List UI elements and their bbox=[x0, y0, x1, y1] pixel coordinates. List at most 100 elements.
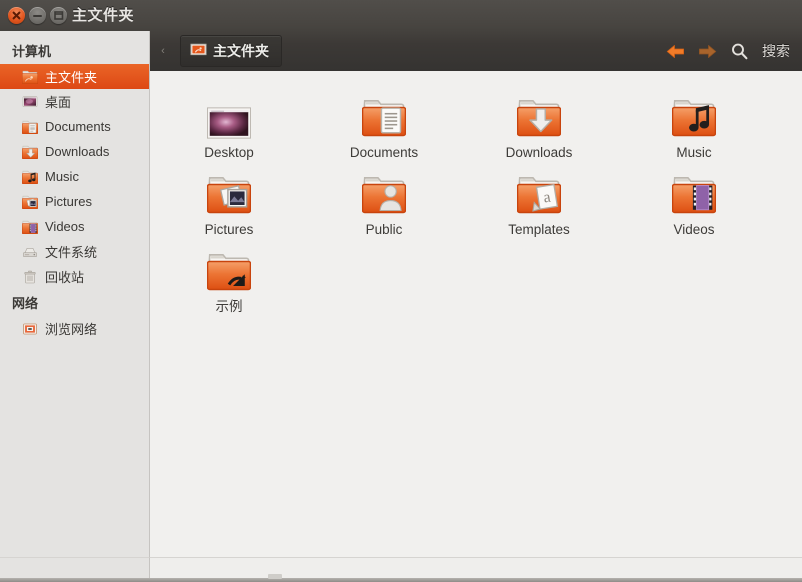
file-item-label: Pictures bbox=[204, 222, 254, 237]
filesystem-icon bbox=[23, 247, 37, 257]
minimize-button[interactable] bbox=[29, 7, 46, 24]
music-folder-icon bbox=[639, 83, 749, 139]
file-item-label: Templates bbox=[508, 222, 570, 237]
file-list-view[interactable]: Desktop Documents Downloads Music Pictur… bbox=[150, 71, 802, 557]
file-item-desktop[interactable]: Desktop bbox=[174, 83, 284, 161]
network-browse-icon bbox=[22, 321, 38, 337]
downloads-folder-icon bbox=[517, 100, 561, 137]
file-item-downloads[interactable]: Downloads bbox=[484, 83, 594, 161]
sidebar-item-downloads[interactable]: Downloads bbox=[0, 139, 149, 164]
minimize-icon bbox=[33, 15, 42, 17]
file-item-label: Downloads bbox=[505, 145, 573, 160]
videos-folder-icon bbox=[21, 219, 39, 235]
maximize-icon bbox=[54, 11, 64, 20]
search-icon bbox=[731, 43, 747, 59]
sidebar-item-文件系统[interactable]: 文件系统 bbox=[0, 239, 149, 264]
desktop-wallpaper-icon bbox=[174, 83, 284, 139]
sidebar-item-label: Music bbox=[45, 169, 79, 184]
sidebar-item-浏览网络[interactable]: 浏览网络 bbox=[0, 316, 149, 341]
sidebar-item-label: Videos bbox=[45, 219, 85, 234]
arrow-right-icon bbox=[698, 44, 716, 58]
videos-folder-icon bbox=[21, 220, 39, 234]
pictures-folder-icon bbox=[174, 160, 284, 216]
music-folder-icon bbox=[21, 169, 39, 185]
pictures-folder-icon bbox=[21, 195, 39, 209]
videos-folder-icon bbox=[672, 177, 716, 214]
maximize-button[interactable] bbox=[50, 7, 67, 24]
music-folder-icon bbox=[21, 170, 39, 184]
file-item-label: 示例 bbox=[215, 299, 243, 314]
file-item-示例[interactable]: 示例 bbox=[174, 237, 284, 315]
file-item-pictures[interactable]: Pictures bbox=[174, 160, 284, 238]
desktop-icon bbox=[22, 95, 38, 107]
window-bottom-edge bbox=[0, 578, 802, 582]
sidebar-section-heading: 计算机 bbox=[12, 44, 52, 59]
sidebar-item-label: Downloads bbox=[45, 144, 110, 159]
sidebar-item-label: 文件系统 bbox=[45, 245, 98, 260]
filesystem-icon bbox=[22, 244, 38, 260]
breadcrumb-caret-icon[interactable]: ‹ bbox=[158, 45, 168, 57]
public-folder-icon bbox=[362, 177, 406, 214]
file-item-label: Desktop bbox=[204, 145, 254, 160]
home-folder-icon bbox=[21, 70, 39, 84]
search-button[interactable] bbox=[728, 40, 750, 62]
file-item-videos[interactable]: Videos bbox=[639, 160, 749, 238]
file-manager-window: 主文件夹 ‹ 主文件夹 搜索 计算机 主文件夹 桌面 Documents Dow… bbox=[0, 0, 802, 582]
sidebar-item-label: 回收站 bbox=[45, 270, 85, 285]
file-item-label: Documents bbox=[349, 145, 419, 160]
templates-folder-icon: a bbox=[517, 177, 561, 214]
file-item-label: Videos bbox=[673, 222, 715, 237]
videos-folder-icon bbox=[639, 160, 749, 216]
file-item-label: Music bbox=[676, 145, 712, 160]
window-controls bbox=[8, 7, 67, 24]
sidebar-item-label: 主文件夹 bbox=[45, 70, 98, 85]
sidebar-item-label: Documents bbox=[45, 119, 111, 134]
trash-icon bbox=[22, 269, 38, 285]
sidebar-section-heading: 网络 bbox=[12, 296, 39, 311]
sidebar-item-pictures[interactable]: Pictures bbox=[0, 189, 149, 214]
sidebar-item-桌面[interactable]: 桌面 bbox=[0, 89, 149, 114]
downloads-folder-icon bbox=[484, 83, 594, 139]
desktop-icon bbox=[22, 94, 38, 110]
search-label[interactable]: 搜索 bbox=[762, 41, 790, 61]
documents-folder-icon bbox=[329, 83, 439, 139]
back-button[interactable] bbox=[664, 40, 686, 62]
arrow-left-icon bbox=[666, 44, 684, 58]
trash-icon bbox=[24, 270, 36, 283]
templates-folder-icon: a bbox=[484, 160, 594, 216]
sidebar-item-label: 浏览网络 bbox=[45, 322, 98, 337]
sidebar-item-documents[interactable]: Documents bbox=[0, 114, 149, 139]
pictures-folder-icon bbox=[21, 194, 39, 210]
file-item-documents[interactable]: Documents bbox=[329, 83, 439, 161]
desktop-wallpaper-icon bbox=[207, 107, 251, 139]
link-folder-icon bbox=[207, 254, 251, 291]
sidebar-item-主文件夹[interactable]: 主文件夹 bbox=[0, 64, 149, 89]
music-folder-icon bbox=[672, 100, 716, 137]
file-item-label: Public bbox=[365, 222, 403, 237]
breadcrumb-button-home[interactable]: 主文件夹 bbox=[180, 35, 282, 67]
public-folder-icon bbox=[329, 160, 439, 216]
network-browse-icon bbox=[23, 323, 37, 334]
sidebar-item-music[interactable]: Music bbox=[0, 164, 149, 189]
pictures-folder-icon bbox=[207, 177, 251, 214]
icon-grid: Desktop Documents Downloads Music Pictur… bbox=[150, 71, 802, 314]
window-title: 主文件夹 bbox=[72, 7, 135, 24]
documents-folder-icon bbox=[362, 100, 406, 137]
sidebar-item-videos[interactable]: Videos bbox=[0, 214, 149, 239]
downloads-folder-icon bbox=[21, 144, 39, 160]
documents-folder-icon bbox=[21, 120, 39, 134]
sidebar-item-回收站[interactable]: 回收站 bbox=[0, 264, 149, 289]
sidebar-item-label: 桌面 bbox=[45, 95, 72, 110]
resize-grip[interactable] bbox=[268, 574, 282, 579]
sidebar: 计算机 主文件夹 桌面 Documents Downloads Music Pi… bbox=[0, 31, 150, 557]
documents-folder-icon bbox=[21, 119, 39, 135]
close-icon bbox=[12, 11, 21, 20]
title-bar: 主文件夹 bbox=[0, 0, 802, 31]
file-item-music[interactable]: Music bbox=[639, 83, 749, 161]
home-folder-icon bbox=[21, 69, 39, 85]
link-folder-icon bbox=[174, 237, 284, 293]
file-item-public[interactable]: Public bbox=[329, 160, 439, 238]
file-item-templates[interactable]: a Templates bbox=[484, 160, 594, 238]
close-button[interactable] bbox=[8, 7, 25, 24]
forward-button[interactable] bbox=[696, 40, 718, 62]
